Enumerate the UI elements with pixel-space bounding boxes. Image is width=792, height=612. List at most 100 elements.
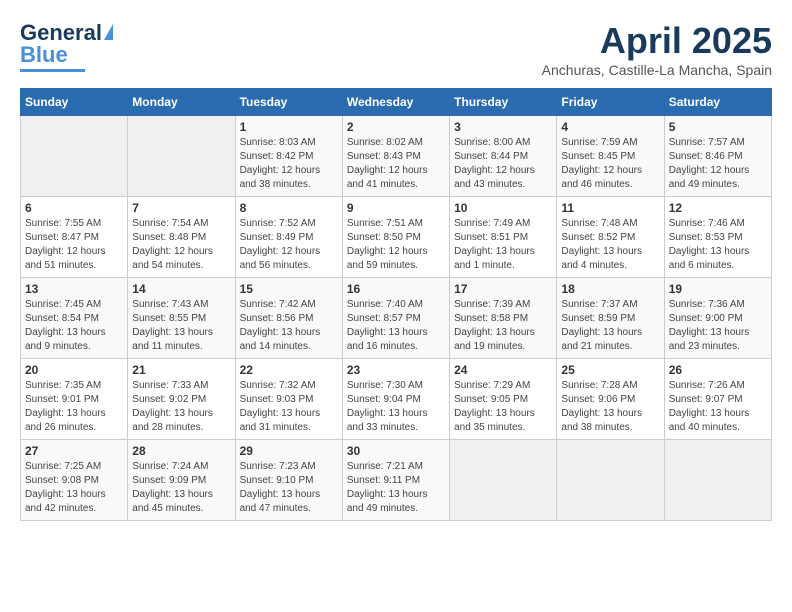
day-info: Sunrise: 7:35 AM Sunset: 9:01 PM Dayligh… (25, 379, 123, 435)
logo-underline (20, 69, 85, 72)
title-section: April 2025 Anchuras, Castille-La Mancha,… (542, 20, 772, 78)
day-number: 24 (454, 363, 552, 377)
calendar-cell: 10 Sunrise: 7:49 AM Sunset: 8:51 PM Dayli… (450, 197, 557, 278)
day-info: Sunrise: 7:54 AM Sunset: 8:48 PM Dayligh… (132, 217, 230, 273)
calendar-cell: 15Sunrise: 7:42 AM Sunset: 8:56 PM Dayli… (235, 278, 342, 359)
weekday-header: Saturday (664, 89, 771, 116)
day-info: Sunrise: 7:30 AM Sunset: 9:04 PM Dayligh… (347, 379, 445, 435)
day-info: Sunrise: 7:36 AM Sunset: 9:00 PM Dayligh… (669, 298, 767, 354)
day-number: 15 (240, 282, 338, 296)
day-number: 20 (25, 363, 123, 377)
day-number: 9 (347, 201, 445, 215)
day-number: 3 (454, 120, 552, 134)
calendar-week-row: 1 Sunrise: 8:03 AM Sunset: 8:42 PM Daylig… (21, 116, 772, 197)
day-number: 30 (347, 444, 445, 458)
day-info: Sunrise: 7:57 AM Sunset: 8:46 PM Dayligh… (669, 136, 767, 192)
calendar-cell (450, 440, 557, 521)
day-number: 1 (240, 120, 338, 134)
day-number: 21 (132, 363, 230, 377)
page-header: General Blue April 2025 Anchuras, Castil… (20, 20, 772, 78)
calendar-cell: 7 Sunrise: 7:54 AM Sunset: 8:48 PM Daylig… (128, 197, 235, 278)
calendar-body: 1 Sunrise: 8:03 AM Sunset: 8:42 PM Daylig… (21, 116, 772, 521)
calendar-cell: 11 Sunrise: 7:48 AM Sunset: 8:52 PM Dayli… (557, 197, 664, 278)
calendar-cell: 30 Sunrise: 7:21 AM Sunset: 9:11 PM Dayli… (342, 440, 449, 521)
calendar-cell: 17Sunrise: 7:39 AM Sunset: 8:58 PM Dayli… (450, 278, 557, 359)
day-number: 2 (347, 120, 445, 134)
day-number: 5 (669, 120, 767, 134)
day-number: 28 (132, 444, 230, 458)
day-number: 29 (240, 444, 338, 458)
calendar-cell: 23 Sunrise: 7:30 AM Sunset: 9:04 PM Dayli… (342, 359, 449, 440)
day-info: Sunrise: 7:21 AM Sunset: 9:11 PM Dayligh… (347, 460, 445, 516)
day-info: Sunrise: 7:46 AM Sunset: 8:53 PM Dayligh… (669, 217, 767, 273)
calendar-cell: 8 Sunrise: 7:52 AM Sunset: 8:49 PM Daylig… (235, 197, 342, 278)
calendar-cell: 27Sunrise: 7:25 AM Sunset: 9:08 PM Dayli… (21, 440, 128, 521)
calendar-week-row: 13Sunrise: 7:45 AM Sunset: 8:54 PM Dayli… (21, 278, 772, 359)
day-info: Sunrise: 7:48 AM Sunset: 8:52 PM Dayligh… (561, 217, 659, 273)
logo: General Blue (20, 20, 113, 72)
calendar-cell: 1 Sunrise: 8:03 AM Sunset: 8:42 PM Daylig… (235, 116, 342, 197)
day-info: Sunrise: 7:52 AM Sunset: 8:49 PM Dayligh… (240, 217, 338, 273)
weekday-header: Sunday (21, 89, 128, 116)
day-info: Sunrise: 7:49 AM Sunset: 8:51 PM Dayligh… (454, 217, 552, 273)
weekday-header: Wednesday (342, 89, 449, 116)
day-number: 18 (561, 282, 659, 296)
day-number: 26 (669, 363, 767, 377)
calendar-cell: 14 Sunrise: 7:43 AM Sunset: 8:55 PM Dayli… (128, 278, 235, 359)
day-number: 12 (669, 201, 767, 215)
calendar-cell (557, 440, 664, 521)
day-info: Sunrise: 7:59 AM Sunset: 8:45 PM Dayligh… (561, 136, 659, 192)
calendar-cell: 5 Sunrise: 7:57 AM Sunset: 8:46 PM Daylig… (664, 116, 771, 197)
day-info: Sunrise: 7:29 AM Sunset: 9:05 PM Dayligh… (454, 379, 552, 435)
day-info: Sunrise: 7:26 AM Sunset: 9:07 PM Dayligh… (669, 379, 767, 435)
calendar-cell: 19 Sunrise: 7:36 AM Sunset: 9:00 PM Dayli… (664, 278, 771, 359)
day-number: 8 (240, 201, 338, 215)
day-info: Sunrise: 7:25 AM Sunset: 9:08 PM Dayligh… (25, 460, 123, 516)
calendar-cell (21, 116, 128, 197)
day-number: 14 (132, 282, 230, 296)
calendar-cell: 16Sunrise: 7:40 AM Sunset: 8:57 PM Dayli… (342, 278, 449, 359)
day-number: 10 (454, 201, 552, 215)
calendar-cell (128, 116, 235, 197)
day-info: Sunrise: 7:32 AM Sunset: 9:03 PM Dayligh… (240, 379, 338, 435)
day-info: Sunrise: 7:40 AM Sunset: 8:57 PM Dayligh… (347, 298, 445, 354)
day-number: 7 (132, 201, 230, 215)
calendar-cell: 21 Sunrise: 7:33 AM Sunset: 9:02 PM Dayli… (128, 359, 235, 440)
day-number: 19 (669, 282, 767, 296)
logo-blue: Blue (20, 42, 68, 68)
calendar-cell (664, 440, 771, 521)
weekday-header: Thursday (450, 89, 557, 116)
weekday-header: Monday (128, 89, 235, 116)
calendar-week-row: 6Sunrise: 7:55 AM Sunset: 8:47 PM Daylig… (21, 197, 772, 278)
calendar-cell: 3 Sunrise: 8:00 AM Sunset: 8:44 PM Daylig… (450, 116, 557, 197)
day-info: Sunrise: 7:24 AM Sunset: 9:09 PM Dayligh… (132, 460, 230, 516)
calendar-cell: 22 Sunrise: 7:32 AM Sunset: 9:03 PM Dayli… (235, 359, 342, 440)
calendar-cell: 2 Sunrise: 8:02 AM Sunset: 8:43 PM Daylig… (342, 116, 449, 197)
calendar-cell: 28 Sunrise: 7:24 AM Sunset: 9:09 PM Dayli… (128, 440, 235, 521)
day-number: 4 (561, 120, 659, 134)
month-title: April 2025 (542, 20, 772, 62)
day-number: 22 (240, 363, 338, 377)
calendar-week-row: 27Sunrise: 7:25 AM Sunset: 9:08 PM Dayli… (21, 440, 772, 521)
calendar-cell: 9 Sunrise: 7:51 AM Sunset: 8:50 PM Daylig… (342, 197, 449, 278)
day-info: Sunrise: 7:45 AM Sunset: 8:54 PM Dayligh… (25, 298, 123, 354)
calendar-cell: 25Sunrise: 7:28 AM Sunset: 9:06 PM Dayli… (557, 359, 664, 440)
day-info: Sunrise: 8:00 AM Sunset: 8:44 PM Dayligh… (454, 136, 552, 192)
day-info: Sunrise: 7:33 AM Sunset: 9:02 PM Dayligh… (132, 379, 230, 435)
calendar-cell: 12 Sunrise: 7:46 AM Sunset: 8:53 PM Dayli… (664, 197, 771, 278)
calendar-cell: 24 Sunrise: 7:29 AM Sunset: 9:05 PM Dayli… (450, 359, 557, 440)
calendar-cell: 4 Sunrise: 7:59 AM Sunset: 8:45 PM Daylig… (557, 116, 664, 197)
subtitle: Anchuras, Castille-La Mancha, Spain (542, 62, 772, 78)
calendar-week-row: 20 Sunrise: 7:35 AM Sunset: 9:01 PM Dayli… (21, 359, 772, 440)
day-info: Sunrise: 7:43 AM Sunset: 8:55 PM Dayligh… (132, 298, 230, 354)
calendar-table: SundayMondayTuesdayWednesdayThursdayFrid… (20, 88, 772, 521)
day-info: Sunrise: 8:02 AM Sunset: 8:43 PM Dayligh… (347, 136, 445, 192)
calendar-cell: 6Sunrise: 7:55 AM Sunset: 8:47 PM Daylig… (21, 197, 128, 278)
calendar-cell: 18Sunrise: 7:37 AM Sunset: 8:59 PM Dayli… (557, 278, 664, 359)
day-info: Sunrise: 7:51 AM Sunset: 8:50 PM Dayligh… (347, 217, 445, 273)
day-number: 11 (561, 201, 659, 215)
day-number: 23 (347, 363, 445, 377)
calendar-cell: 29Sunrise: 7:23 AM Sunset: 9:10 PM Dayli… (235, 440, 342, 521)
calendar-cell: 13Sunrise: 7:45 AM Sunset: 8:54 PM Dayli… (21, 278, 128, 359)
day-info: Sunrise: 8:03 AM Sunset: 8:42 PM Dayligh… (240, 136, 338, 192)
